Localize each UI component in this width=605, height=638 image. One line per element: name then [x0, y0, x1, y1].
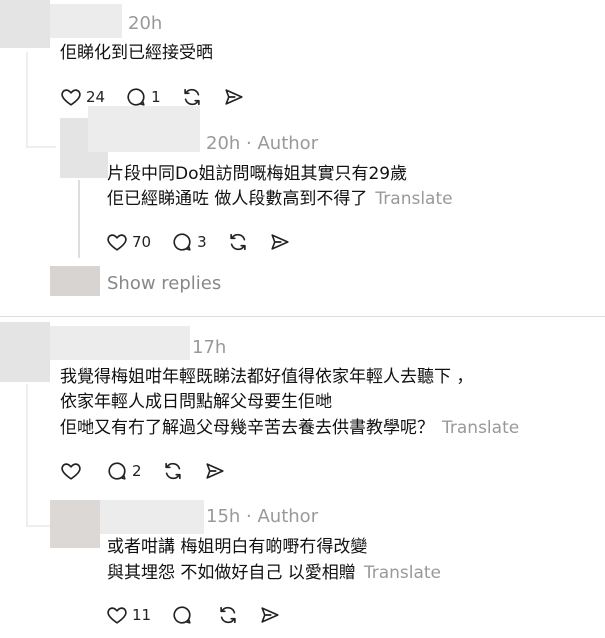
avatar[interactable]	[50, 500, 100, 548]
repost-icon	[229, 233, 246, 251]
share-icon	[271, 234, 289, 250]
share-button[interactable]	[259, 604, 281, 626]
reply-count: 3	[197, 233, 207, 251]
post-text-line: 佢已經睇通咗 做人段數高到不得了 Translate	[107, 188, 453, 210]
avatar[interactable]	[0, 0, 50, 48]
post-actions: 70 3	[106, 229, 311, 255]
repost-icon	[183, 88, 200, 106]
thread-connector	[26, 384, 28, 527]
comment-icon	[127, 88, 145, 106]
reply-button[interactable]	[171, 604, 197, 626]
post-text-line: 依家年輕人成日問點解父母要生佢哋	[60, 392, 332, 412]
like-count: 70	[132, 233, 152, 251]
post-time: 20h	[128, 13, 163, 34]
post-time: 20h	[206, 133, 241, 154]
username-redacted[interactable]	[50, 326, 190, 360]
share-button[interactable]	[223, 86, 245, 108]
repost-button[interactable]	[217, 604, 239, 626]
share-icon	[225, 89, 243, 105]
reply-count: 1	[151, 88, 161, 106]
share-icon	[261, 607, 279, 623]
comment-icon	[173, 606, 191, 624]
like-count: 11	[132, 606, 152, 624]
thread-connector	[26, 146, 56, 148]
share-button[interactable]	[204, 460, 226, 482]
repost-icon	[220, 606, 236, 624]
post-time-row: 20h · Author	[206, 133, 318, 154]
share-button[interactable]	[269, 231, 291, 253]
post-text-content: 佢已經睇通咗 做人段數高到不得了	[107, 189, 368, 209]
reply-button[interactable]: 1	[125, 86, 161, 108]
thread-divider	[0, 316, 605, 317]
post-actions: 2	[60, 458, 246, 484]
post-text-line: 或者咁講 梅姐明白有啲嘢冇得改變	[107, 537, 368, 557]
like-button[interactable]: 24	[60, 86, 105, 108]
post-time-row: 15h · Author	[206, 506, 318, 527]
post-text-line: 我覺得梅姐咁年輕既睇法都好值得依家年輕人去聽下 ，	[60, 367, 474, 387]
repost-button[interactable]	[162, 460, 184, 482]
username-redacted[interactable]	[100, 500, 204, 534]
heart-icon	[61, 463, 81, 480]
post-text-line: 佢哋又有冇了解過父母幾辛苦去養去供書教學呢？ Translate	[60, 417, 519, 439]
reply-button[interactable]: 2	[106, 460, 142, 482]
post-text-line: 片段中同Do姐訪問嘅梅姐其實只有29歲	[107, 164, 408, 184]
author-tag: · Author	[246, 133, 319, 154]
show-replies-link[interactable]: Show replies	[107, 273, 221, 294]
like-button[interactable]: 70	[106, 231, 151, 253]
avatar[interactable]	[0, 322, 50, 382]
post-time: 15h	[206, 506, 241, 527]
repost-button[interactable]	[227, 231, 249, 253]
post-text-content: 與其埋怨 不如做好自己 以愛相贈	[107, 563, 356, 583]
thread-connector	[26, 52, 28, 148]
share-icon	[205, 463, 224, 479]
translate-link[interactable]: Translate	[375, 189, 452, 209]
like-button[interactable]	[60, 460, 86, 482]
like-button[interactable]: 11	[106, 604, 151, 626]
translate-link[interactable]: Translate	[364, 563, 441, 583]
post-time: 17h	[192, 337, 227, 358]
thread-line	[78, 180, 80, 258]
comment-icon	[108, 462, 126, 480]
username-redacted[interactable]	[50, 4, 122, 38]
repost-button[interactable]	[181, 86, 203, 108]
author-tag: · Author	[246, 506, 319, 527]
heart-icon	[61, 89, 81, 106]
reply-button[interactable]: 3	[171, 231, 207, 253]
comment-icon	[173, 233, 191, 251]
username-redacted[interactable]	[88, 106, 200, 152]
reply-count: 2	[132, 462, 142, 480]
like-count: 24	[86, 88, 106, 106]
post-text-content: 佢哋又有冇了解過父母幾辛苦去養去供書教學呢？	[60, 418, 434, 438]
translate-link[interactable]: Translate	[442, 418, 519, 438]
post-actions: 11	[106, 602, 301, 628]
repost-icon	[164, 462, 181, 480]
reply-avatars[interactable]	[50, 266, 100, 296]
thread-connector	[26, 525, 50, 527]
post-text-line: 與其埋怨 不如做好自己 以愛相贈 Translate	[107, 562, 441, 584]
heart-icon	[107, 234, 127, 251]
post-text-line: 佢睇化到已經接受晒	[60, 43, 213, 63]
heart-icon	[107, 607, 127, 624]
